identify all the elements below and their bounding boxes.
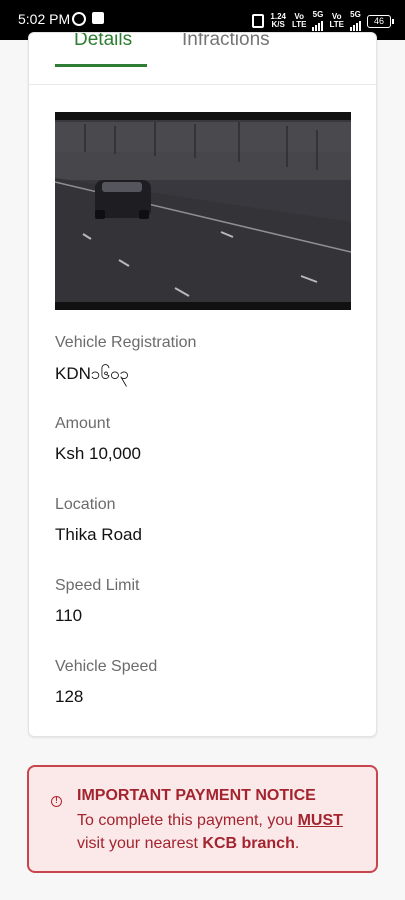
signal-bars-icon [312,19,324,31]
vibrate-icon [252,14,265,28]
registration-value: KDN၁၆၀၃ [55,364,130,383]
speed-limit-label: Speed Limit [55,577,140,594]
details-card: Details Infractions Vehicle Registration… [28,32,377,737]
amount-value: Ksh 10,000 [55,444,142,463]
alert-icon: ! [51,796,62,807]
tab-bar: Details Infractions [29,33,376,85]
whatsapp-notification-icon [72,12,86,26]
amount-label: Amount [55,415,111,432]
location-value: Thika Road [55,525,142,544]
app-notification-icon [92,12,104,24]
notice-body: To complete this payment, you MUST visit… [77,812,343,852]
volte-indicator-1: Vo LTE [291,12,307,29]
signal-2: 5G [350,11,361,31]
registration-label: Vehicle Registration [55,334,197,351]
volte-indicator-2: Vo LTE [329,12,344,29]
tab-infractions[interactable]: Infractions [182,33,270,51]
speed-limit-value: 110 [55,606,83,625]
signal-1: 5G [312,11,324,31]
location-label: Location [55,496,116,513]
status-time: 5:02 PM [18,11,71,27]
notice-title: IMPORTANT PAYMENT NOTICE [77,787,316,804]
active-tab-indicator [55,64,147,67]
vehicle-speed-value: 128 [55,687,84,706]
notice-must: MUST [297,812,343,829]
vehicle-speed-label: Vehicle Speed [55,658,158,675]
tab-details[interactable]: Details [74,33,132,51]
speed-camera-photo [55,112,351,310]
battery-icon: 46 [367,14,394,28]
status-icons: 1.24 K/S Vo LTE 5G Vo LTE 5G 46 [252,11,394,31]
notice-branch: KCB branch [202,835,295,852]
signal-bars-icon [350,19,361,31]
network-speed: 1.24 K/S [270,12,286,29]
payment-notice: ! IMPORTANT PAYMENT NOTICE To complete t… [27,765,378,873]
